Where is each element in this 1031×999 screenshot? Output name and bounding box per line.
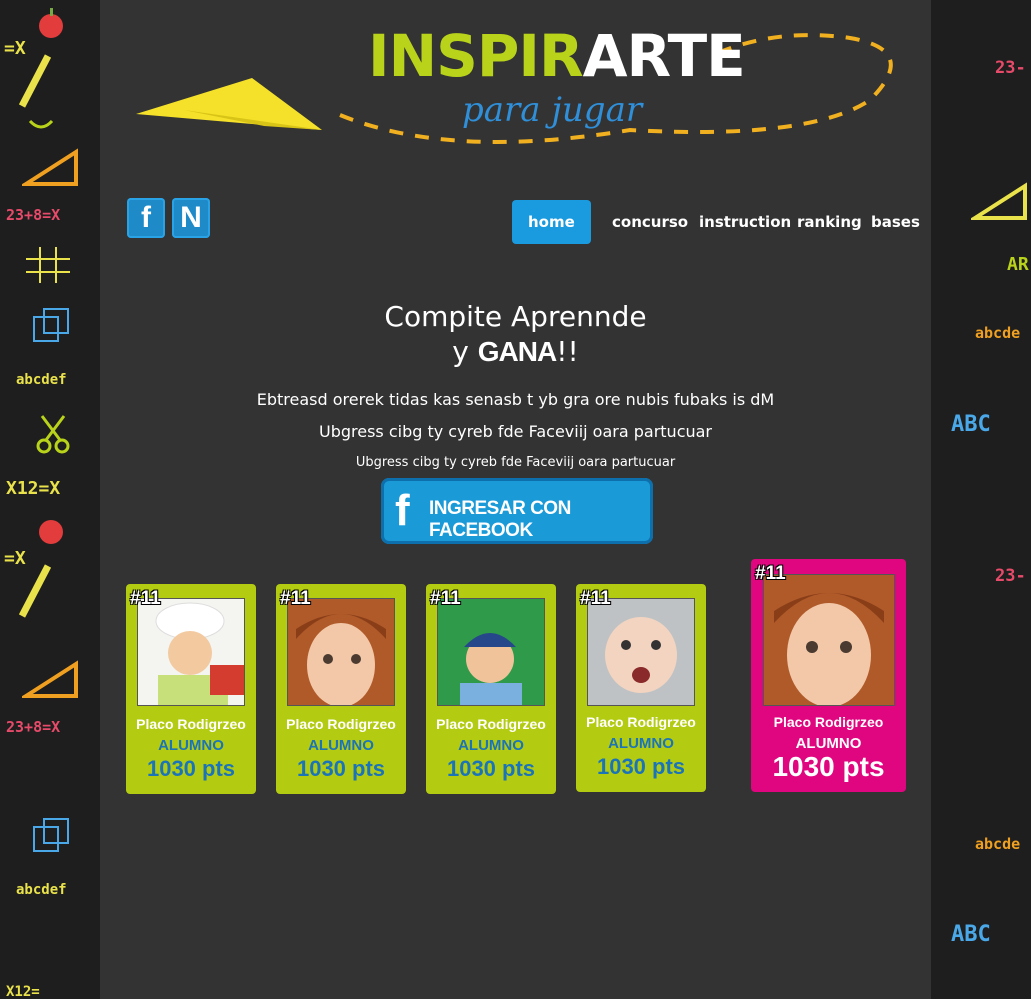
- nav-concurso[interactable]: concurso: [612, 200, 688, 244]
- hero-gana: GANA: [477, 336, 557, 367]
- hero-paragraph-1: Ebtreasd orerek tidas kas senasb t yb gr…: [256, 390, 775, 409]
- cube-icon: [33, 818, 69, 852]
- doodle-text: abcdef: [16, 882, 67, 898]
- player-name: Placo Rodigrzeo: [773, 714, 884, 730]
- doodle-text: 23+8=X: [6, 206, 61, 224]
- ruler-icon: [22, 148, 78, 186]
- player-name: Placo Rodigrzeo: [286, 716, 396, 732]
- ruler-icon: [971, 182, 1027, 220]
- logo-text-green: INSPIR: [368, 22, 584, 90]
- doodle-text: X12=: [6, 984, 40, 999]
- player-name: Placo Rodigrzeo: [136, 716, 246, 732]
- doodle-text: X12=X: [6, 478, 61, 499]
- pencil-icon: [18, 54, 52, 108]
- player-photo: [287, 598, 395, 706]
- doodle-text: ABC: [951, 922, 991, 947]
- left-chalk-decoration: =X 23+8=X abcdef X12=X =X 23+8=X abcdef …: [0, 0, 100, 999]
- player-points: 1030 pts: [296, 756, 386, 781]
- ranking-card[interactable]: #11 Placo Rodigrzeo ALUMNO 1030 pts: [276, 584, 406, 794]
- player-points: 1030 pts: [146, 756, 236, 781]
- player-points: 1030 pts: [446, 756, 536, 781]
- player-name: Placo Rodigrzeo: [436, 716, 546, 732]
- nav-bases[interactable]: bases: [871, 200, 920, 244]
- hero-paragraph-2: Ubgress cibg ty cyreb fde Faceviij oara …: [318, 422, 713, 441]
- facebook-letter: f: [141, 201, 151, 234]
- facebook-icon[interactable]: f: [127, 198, 165, 238]
- facebook-icon: f: [395, 486, 410, 535]
- apple-icon: [39, 520, 63, 544]
- hero-title-line1: Compite Aprennde: [384, 300, 647, 333]
- facebook-login-label: INGRESAR CON FACEBOOK: [429, 498, 571, 541]
- logo-subtitle: para jugar: [462, 90, 643, 130]
- player-photo: [137, 598, 245, 706]
- doodle-text: 23-: [995, 58, 1026, 78]
- player-role: ALUMNO: [458, 737, 524, 754]
- site-logo[interactable]: INSPIRARTE: [368, 22, 746, 90]
- apple-icon: [39, 8, 63, 38]
- player-role: ALUMNO: [608, 735, 674, 752]
- smiley-icon: [28, 119, 54, 129]
- tictactoe-icon: [26, 247, 70, 283]
- ranking-card[interactable]: #11 Placo Rodigrzeo ALUMNO 1030 pts: [126, 584, 256, 794]
- rank-badge: #11: [280, 588, 311, 609]
- rank-badge: #11: [580, 588, 611, 609]
- player-name: Placo Rodigrzeo: [586, 714, 696, 730]
- nav-home[interactable]: home: [512, 200, 591, 244]
- player-role: ALUMNO: [795, 735, 862, 752]
- nav-instruction[interactable]: instruction: [699, 200, 791, 244]
- doodle-text: 23+8=X: [6, 718, 61, 736]
- ranking-card[interactable]: #11 Placo Rodigrzeo ALUMNO 1030 pts: [576, 584, 706, 792]
- hero-title-line2: y GANA!!: [0, 335, 1031, 368]
- paper-plane-icon: [136, 78, 322, 130]
- rank-badge: #11: [430, 588, 461, 609]
- player-points: 1030 pts: [772, 751, 885, 782]
- player-points: 1030 pts: [596, 754, 686, 779]
- doodle-text: AR: [1007, 254, 1029, 275]
- player-photo: [437, 598, 545, 706]
- doodle-text: 23-: [995, 566, 1026, 586]
- hero-paragraph-3: Ubgress cibg ty cyreb fde Faceviij oara …: [355, 455, 676, 470]
- hero-exclaim: !!: [556, 335, 579, 368]
- rank-badge: #11: [755, 563, 786, 584]
- n-icon[interactable]: N: [172, 198, 210, 238]
- ranking-card[interactable]: #11 Placo Rodigrzeo ALUMNO 1030 pts: [426, 584, 556, 794]
- doodle-text: abcdef: [16, 372, 67, 388]
- player-photo: [763, 574, 895, 706]
- facebook-login-button[interactable]: f INGRESAR CON FACEBOOK: [381, 478, 653, 544]
- hero-y: y: [452, 335, 469, 368]
- player-role: ALUMNO: [158, 737, 224, 754]
- player-photo: [587, 598, 695, 706]
- player-role: ALUMNO: [308, 737, 374, 754]
- ruler-icon: [22, 660, 78, 698]
- pencil-icon: [18, 564, 52, 618]
- rank-badge: #11: [130, 588, 161, 609]
- logo-text-white: ARTE: [582, 22, 746, 90]
- right-chalk-decoration: 23- AR abcde ABC 23- abcde ABC: [931, 0, 1031, 999]
- ranking-card-highlighted[interactable]: #11 Placo Rodigrzeo ALUMNO 1030 pts: [751, 559, 906, 792]
- doodle-text: abcde: [975, 835, 1021, 853]
- n-letter: N: [180, 201, 202, 234]
- nav-ranking[interactable]: ranking: [797, 200, 862, 244]
